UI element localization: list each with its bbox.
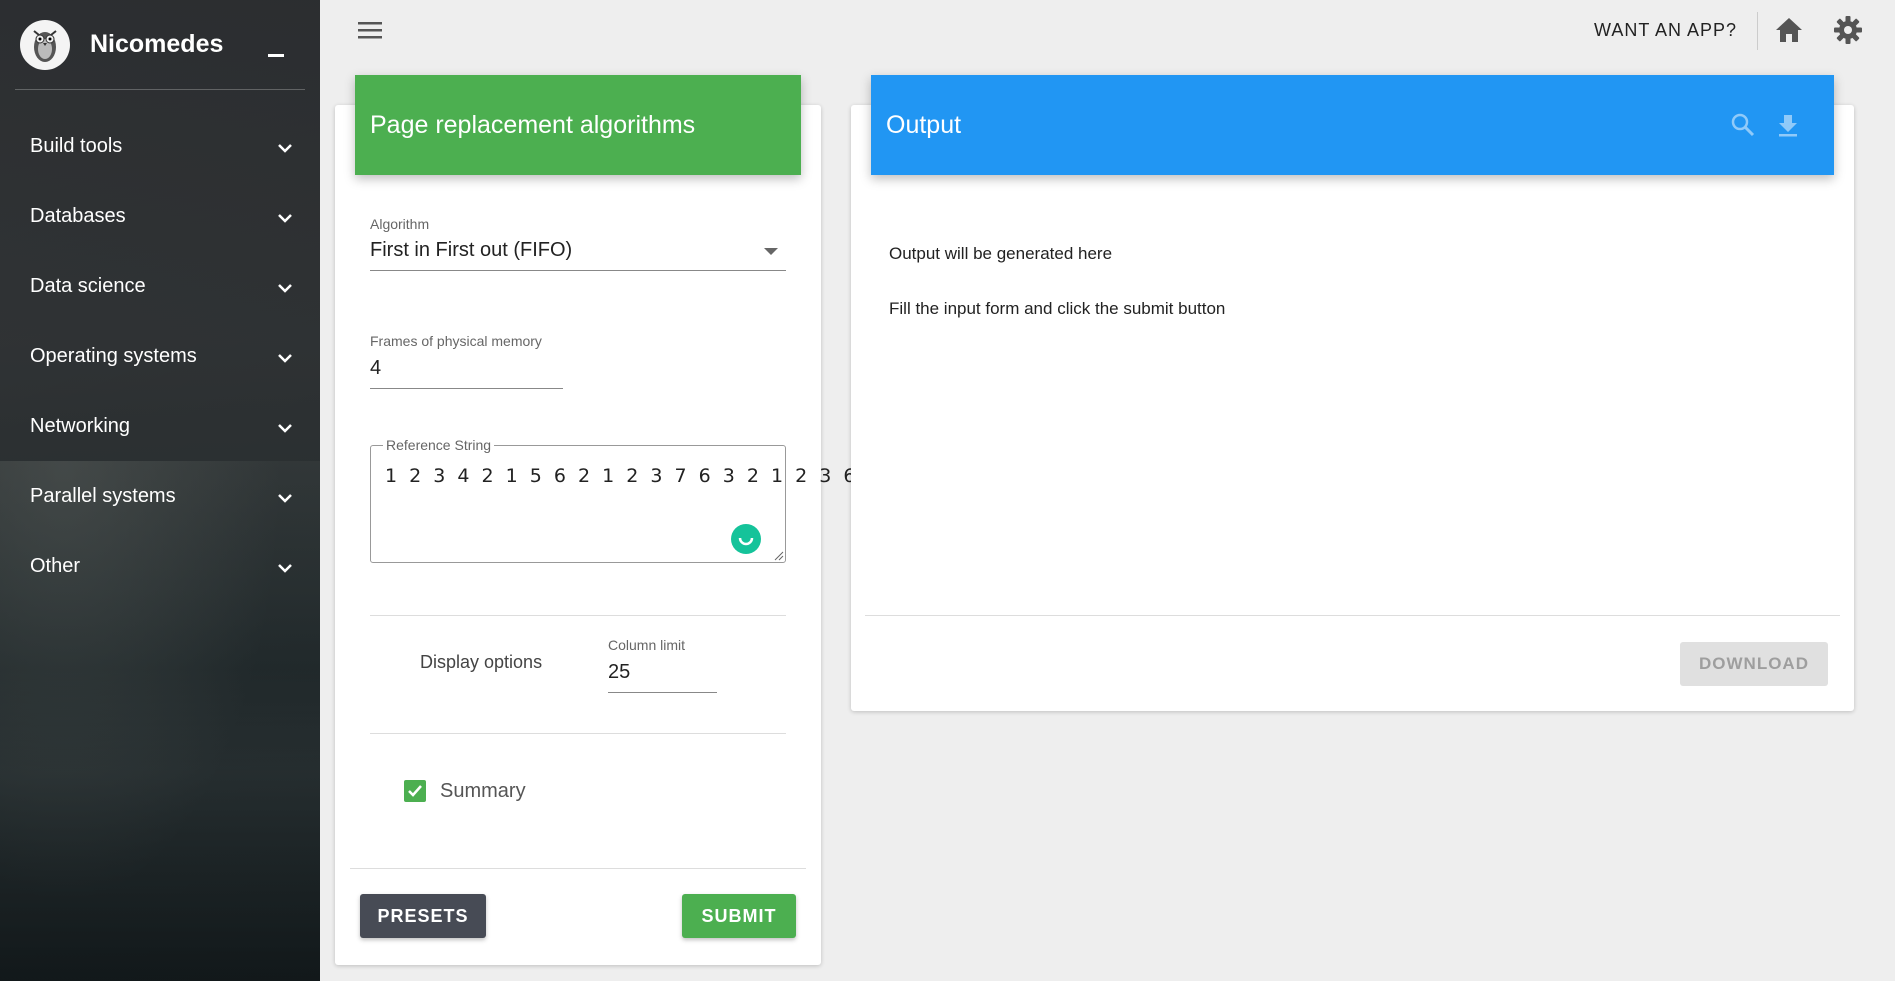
frames-input[interactable]: 4 [370, 357, 381, 380]
frames-label: Frames of physical memory [370, 333, 542, 349]
checkmark-icon [408, 785, 422, 797]
sidebar-item-label: Operating systems [30, 344, 197, 367]
submit-button[interactable]: SUBMIT [682, 894, 796, 938]
summary-label[interactable]: Summary [440, 780, 526, 803]
frames-underline [370, 388, 563, 389]
topbar-separator [1757, 12, 1758, 50]
sidebar-item-label: Other [30, 554, 81, 577]
chevron-down-icon [278, 494, 292, 503]
reference-string-textarea[interactable] [370, 445, 786, 563]
column-limit-input[interactable]: 25 [608, 661, 630, 684]
form-card-header: Page replacement algorithms [355, 75, 801, 175]
sidebar-background [0, 461, 320, 981]
divider [350, 868, 806, 869]
sidebar-item-data-science[interactable]: Data science [0, 261, 320, 311]
brand-name[interactable]: Nicomedes [90, 30, 223, 59]
sidebar-item-databases[interactable]: Databases [0, 191, 320, 241]
output-title: Output [886, 110, 962, 139]
sidebar-divider [15, 89, 305, 90]
sidebar-item-label: Networking [30, 414, 131, 437]
sidebar-item-other[interactable]: Other [0, 541, 320, 591]
algorithm-label: Algorithm [370, 216, 430, 232]
column-limit-underline [608, 692, 717, 693]
chevron-down-icon [278, 354, 292, 363]
sidebar-item-parallel-systems[interactable]: Parallel systems [0, 471, 320, 521]
column-limit-label: Column limit [608, 637, 686, 653]
download-icon[interactable] [1775, 112, 1801, 138]
download-button[interactable]: DOWNLOAD [1680, 642, 1828, 686]
divider [370, 615, 786, 616]
chevron-down-icon [278, 214, 292, 223]
resize-handle-icon[interactable] [774, 551, 784, 561]
output-card [851, 105, 1854, 711]
output-card-header: Output [871, 75, 1834, 175]
chevron-down-icon [278, 284, 292, 293]
sidebar-item-label: Data science [30, 274, 146, 297]
summary-checkbox[interactable] [404, 780, 426, 802]
divider [370, 733, 786, 734]
form-title: Page replacement algorithms [370, 110, 696, 139]
output-instructions-line: Fill the input form and click the submit… [889, 299, 1226, 318]
sidebar-item-label: Build tools [30, 134, 123, 157]
search-icon[interactable] [1730, 112, 1756, 138]
brand: Nicomedes [0, 0, 320, 90]
reference-string-label: Reference String [383, 437, 495, 453]
minimize-sidebar-button[interactable] [268, 54, 284, 57]
sidebar-item-build-tools[interactable]: Build tools [0, 121, 320, 171]
sidebar: Nicomedes Build tools Databases Data sci… [0, 0, 320, 981]
gear-icon[interactable] [1833, 15, 1863, 45]
want-an-app-link[interactable]: WANT AN APP? [1594, 20, 1737, 41]
divider [865, 615, 1840, 616]
sidebar-item-operating-systems[interactable]: Operating systems [0, 331, 320, 381]
sidebar-item-networking[interactable]: Networking [0, 401, 320, 451]
chevron-down-icon [278, 424, 292, 433]
chevron-down-icon [278, 144, 292, 153]
dropdown-arrow-icon[interactable] [764, 248, 778, 255]
grammarly-icon[interactable] [731, 524, 761, 554]
chevron-down-icon [278, 564, 292, 573]
owl-logo-icon[interactable] [20, 20, 70, 70]
algorithm-select[interactable]: First in First out (FIFO) [370, 239, 572, 262]
algorithm-underline [370, 270, 786, 271]
display-options-label: Display options [420, 652, 543, 672]
sidebar-item-label: Parallel systems [30, 484, 176, 507]
hamburger-menu-icon[interactable] [356, 18, 384, 42]
sidebar-item-label: Databases [30, 204, 126, 227]
home-icon[interactable] [1774, 16, 1804, 44]
reference-string-value[interactable]: 1 2 3 4 2 1 5 6 2 1 2 3 7 6 3 2 1 2 3 6 [385, 465, 859, 487]
presets-button[interactable]: PRESETS [360, 894, 486, 938]
output-placeholder-line: Output will be generated here [889, 244, 1113, 263]
